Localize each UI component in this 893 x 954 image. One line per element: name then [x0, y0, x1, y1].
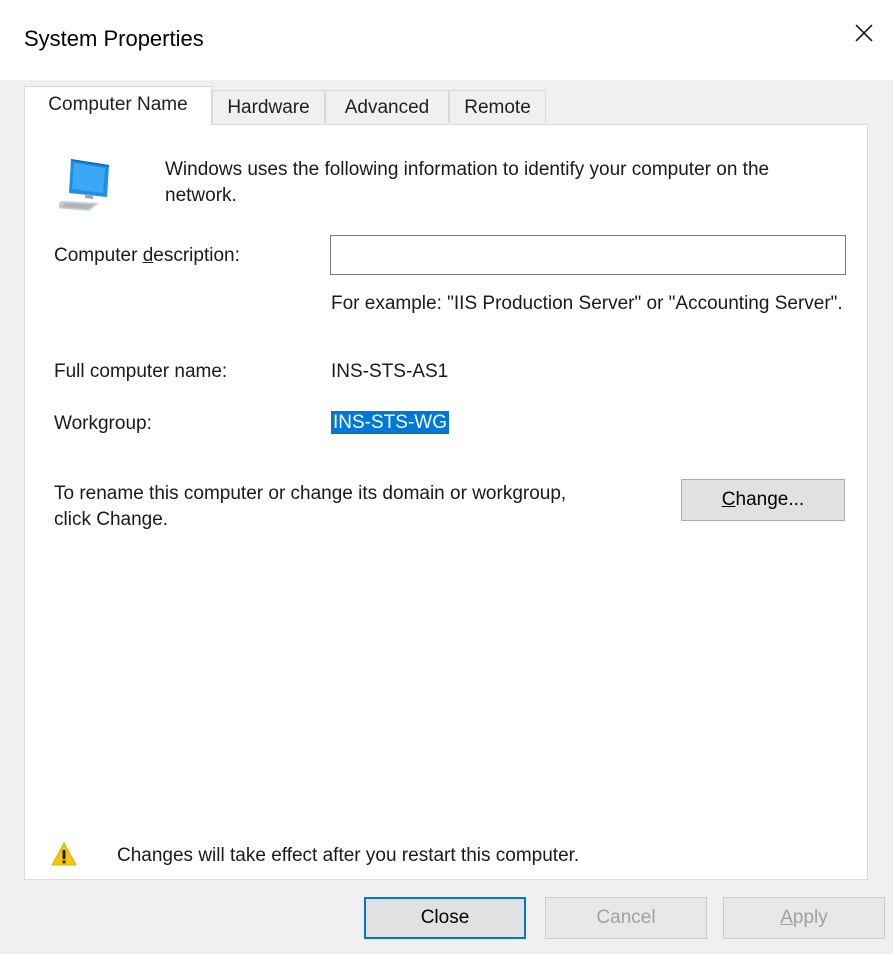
cancel-button[interactable]: Cancel — [545, 897, 707, 939]
title-bar: System Properties — [0, 0, 893, 80]
computer-name-panel: Windows uses the following information t… — [24, 124, 868, 880]
workgroup-selected-text: INS-STS-WG — [331, 411, 449, 434]
restart-warning-text: Changes will take effect after you resta… — [117, 845, 580, 866]
workgroup-label: Workgroup: — [54, 413, 152, 434]
warning-icon — [51, 841, 77, 867]
description-label-accelerator: d — [142, 245, 154, 266]
apply-button[interactable]: Apply — [723, 897, 885, 939]
change-button[interactable]: Change... — [681, 479, 845, 521]
close-icon[interactable] — [849, 18, 879, 48]
tab-hardware[interactable]: Hardware — [212, 90, 325, 123]
full-computer-name-label: Full computer name: — [54, 361, 228, 382]
computer-description-input[interactable] — [330, 235, 846, 275]
close-button[interactable]: Close — [364, 897, 526, 939]
description-label-part: escription: — [153, 245, 240, 266]
computer-description-label: Computer description: — [54, 245, 240, 267]
full-computer-name-value: INS-STS-AS1 — [331, 361, 449, 382]
system-properties-window: System Properties Computer Name Hardware… — [0, 0, 893, 954]
description-example-text: For example: "IIS Production Server" or … — [331, 293, 843, 314]
change-accelerator: C — [721, 489, 736, 510]
apply-label: pply — [792, 907, 828, 928]
window-title: System Properties — [24, 26, 204, 51]
tab-remote[interactable]: Remote — [449, 90, 546, 123]
computer-icon — [55, 155, 119, 213]
tab-advanced[interactable]: Advanced — [325, 90, 449, 123]
apply-accelerator: A — [780, 907, 793, 928]
change-label: hange... — [735, 489, 805, 510]
rename-instructions: To rename this computer or change its do… — [54, 483, 567, 530]
info-text: Windows uses the following information t… — [165, 159, 770, 206]
workgroup-value[interactable]: INS-STS-WG — [331, 411, 449, 434]
tab-computer-name[interactable]: Computer Name — [24, 86, 212, 125]
description-label-part: Computer — [54, 245, 143, 266]
